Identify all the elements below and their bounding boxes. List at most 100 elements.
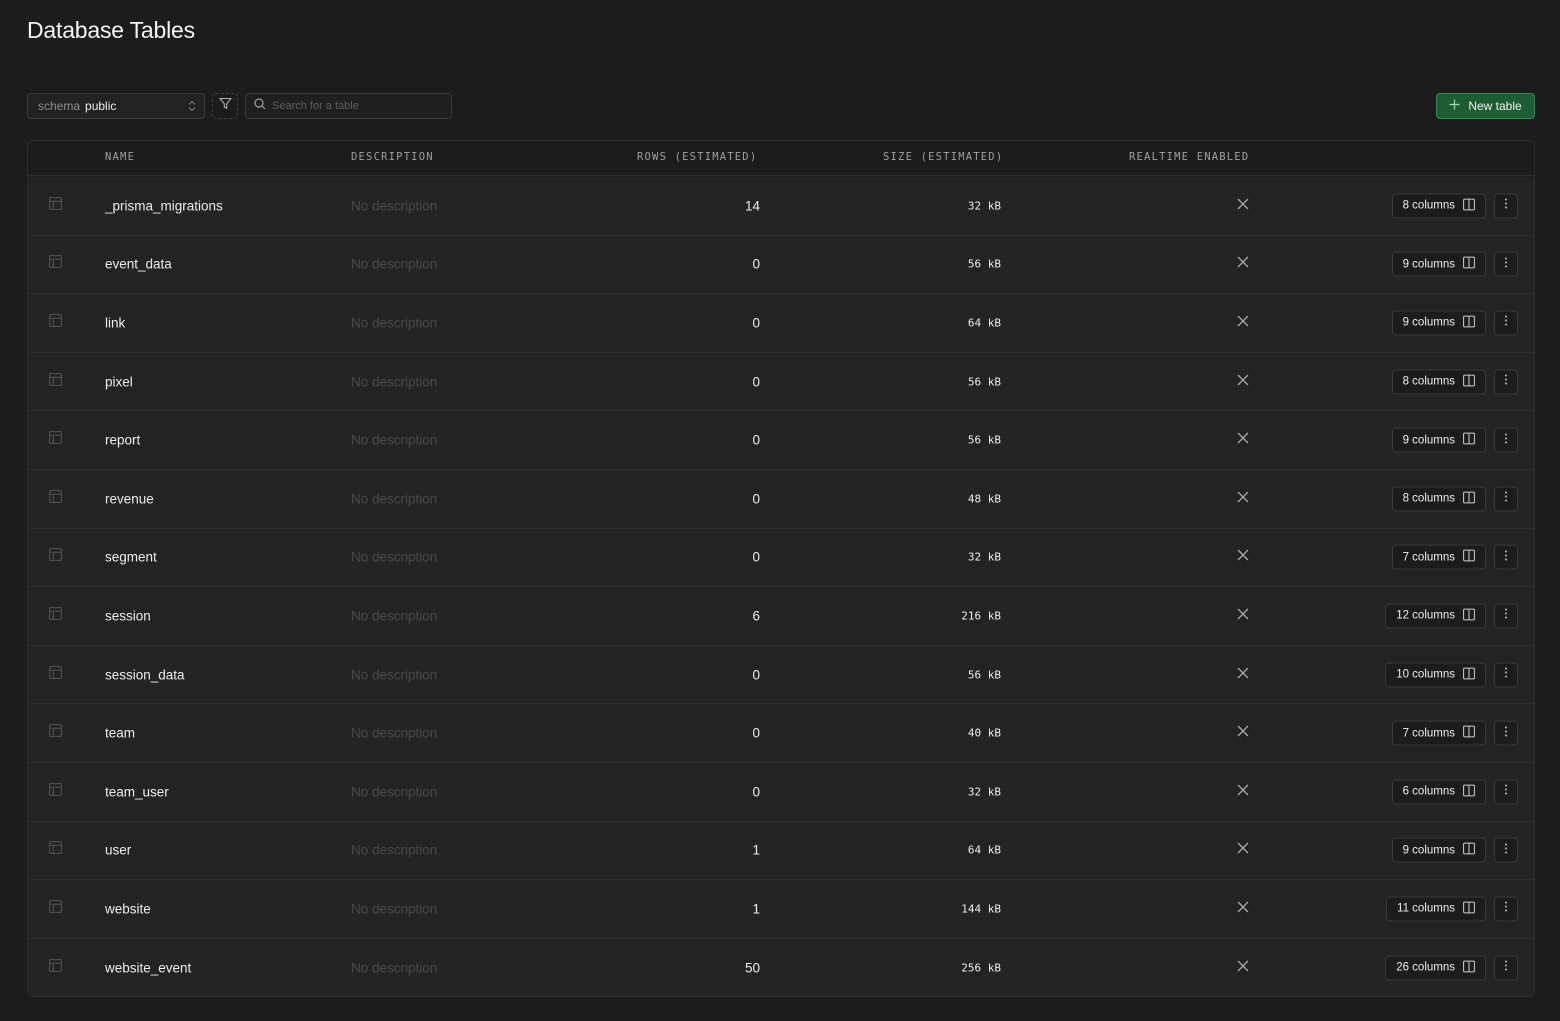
table-size-estimate: 56 kB [967, 433, 1001, 447]
table-name[interactable]: segment [105, 550, 157, 565]
x-icon [1237, 314, 1249, 332]
table-name[interactable]: _prisma_migrations [105, 198, 223, 213]
table-description: No description [351, 315, 438, 331]
table-row[interactable]: session No description 6 216 kB 12 columns [28, 587, 1534, 646]
table-row[interactable]: team_user No description 0 32 kB 6 columns [28, 763, 1534, 822]
table-grid-icon [49, 314, 62, 332]
x-icon [1237, 548, 1249, 566]
view-columns-button[interactable]: 9 columns [1391, 427, 1486, 453]
table-row[interactable]: revenue No description 0 48 kB 8 columns [28, 470, 1534, 529]
new-table-button[interactable]: New table [1436, 93, 1535, 119]
more-vertical-icon [1504, 431, 1508, 449]
view-columns-button[interactable]: 8 columns [1391, 193, 1486, 219]
table-name[interactable]: team_user [105, 784, 169, 799]
columns-count: 11 columns [1397, 902, 1455, 915]
row-actions-button[interactable] [1494, 310, 1518, 336]
columns-icon [1463, 667, 1475, 682]
row-actions-button[interactable] [1494, 779, 1518, 805]
columns-count: 8 columns [1402, 492, 1455, 505]
table-row[interactable]: event_data No description 0 56 kB 9 columns [28, 235, 1534, 295]
table-name[interactable]: session_data [105, 667, 185, 682]
x-icon [1237, 900, 1249, 918]
table-row[interactable]: link No description 0 64 kB 9 columns [28, 294, 1534, 353]
table-row[interactable]: user No description 1 64 kB 9 columns [28, 821, 1534, 881]
table-row[interactable]: session_data No description 0 56 kB 10 colum… [28, 645, 1534, 705]
view-columns-button[interactable]: 6 columns [1391, 779, 1486, 805]
table-name[interactable]: user [105, 843, 131, 858]
view-columns-button[interactable]: 12 columns [1385, 603, 1486, 629]
row-actions-button[interactable] [1494, 427, 1518, 453]
x-icon [1237, 255, 1249, 273]
table-description: No description [351, 432, 438, 448]
row-actions-button[interactable] [1494, 251, 1518, 277]
table-description: No description [351, 608, 438, 624]
more-vertical-icon [1504, 607, 1508, 625]
columns-icon [1463, 608, 1475, 623]
table-row[interactable]: report No description 0 56 kB 9 columns [28, 411, 1534, 470]
new-table-label: New table [1468, 99, 1522, 113]
columns-count: 26 columns [1396, 961, 1455, 974]
x-icon [1237, 959, 1249, 977]
table-name[interactable]: pixel [105, 374, 133, 389]
row-actions-button[interactable] [1494, 369, 1518, 395]
table-grid-icon [49, 548, 62, 566]
table-name[interactable]: report [105, 433, 140, 448]
table-rows-estimate: 0 [752, 315, 760, 331]
table-row[interactable]: team No description 0 40 kB 7 columns [28, 704, 1534, 763]
table-grid-icon [49, 841, 62, 859]
table-name[interactable]: link [105, 315, 125, 330]
plus-icon [1449, 99, 1460, 113]
search-input[interactable] [272, 100, 442, 112]
schema-value: public [85, 99, 117, 113]
view-columns-button[interactable]: 10 columns [1385, 662, 1486, 688]
row-actions-button[interactable] [1494, 896, 1518, 922]
view-columns-button[interactable]: 8 columns [1391, 369, 1486, 395]
schema-select[interactable]: schema public [27, 93, 205, 119]
table-size-estimate: 32 kB [967, 199, 1001, 213]
view-columns-button[interactable]: 7 columns [1391, 720, 1486, 746]
table-size-estimate: 56 kB [967, 257, 1001, 271]
columns-count: 9 columns [1402, 844, 1455, 857]
view-columns-button[interactable]: 9 columns [1391, 251, 1486, 277]
row-actions-button[interactable] [1494, 662, 1518, 688]
table-name[interactable]: team [105, 726, 135, 741]
row-actions-button[interactable] [1494, 603, 1518, 629]
table-name[interactable]: website_event [105, 960, 191, 975]
table-description: No description [351, 725, 438, 741]
table-description: No description [351, 784, 438, 800]
view-columns-button[interactable]: 11 columns [1386, 896, 1486, 922]
table-row[interactable]: website No description 1 144 kB 11 columns [28, 880, 1534, 939]
table-row[interactable]: segment No description 0 32 kB 7 columns [28, 528, 1534, 588]
columns-icon [1463, 901, 1475, 916]
columns-count: 8 columns [1402, 199, 1455, 212]
more-vertical-icon [1504, 490, 1508, 508]
columns-count: 7 columns [1402, 727, 1455, 740]
filter-button[interactable] [212, 93, 238, 119]
table-rows-estimate: 14 [744, 198, 760, 214]
x-icon [1237, 724, 1249, 742]
row-actions-button[interactable] [1494, 837, 1518, 863]
view-columns-button[interactable]: 8 columns [1391, 486, 1486, 512]
table-row[interactable]: website_event No description 50 256 kB 26 co… [28, 938, 1534, 996]
more-vertical-icon [1504, 373, 1508, 391]
table-row[interactable]: _prisma_migrations No description 14 32 kB 8… [28, 177, 1534, 236]
x-icon [1237, 197, 1249, 215]
table-name[interactable]: event_data [105, 257, 172, 272]
columns-icon [1463, 491, 1475, 506]
table-name[interactable]: revenue [105, 491, 154, 506]
row-actions-button[interactable] [1494, 193, 1518, 219]
view-columns-button[interactable]: 7 columns [1391, 544, 1486, 570]
row-actions-button[interactable] [1494, 544, 1518, 570]
x-icon [1237, 431, 1249, 449]
view-columns-button[interactable]: 9 columns [1391, 837, 1486, 863]
table-row[interactable]: pixel No description 0 56 kB 8 columns [28, 352, 1534, 412]
row-actions-button[interactable] [1494, 955, 1518, 981]
view-columns-button[interactable]: 9 columns [1391, 310, 1486, 336]
chevron-up-down-icon [188, 100, 196, 115]
table-name[interactable]: website [105, 901, 151, 916]
columns-count: 9 columns [1402, 434, 1455, 447]
table-name[interactable]: session [105, 608, 151, 623]
row-actions-button[interactable] [1494, 720, 1518, 746]
row-actions-button[interactable] [1494, 486, 1518, 512]
view-columns-button[interactable]: 26 columns [1385, 955, 1486, 981]
